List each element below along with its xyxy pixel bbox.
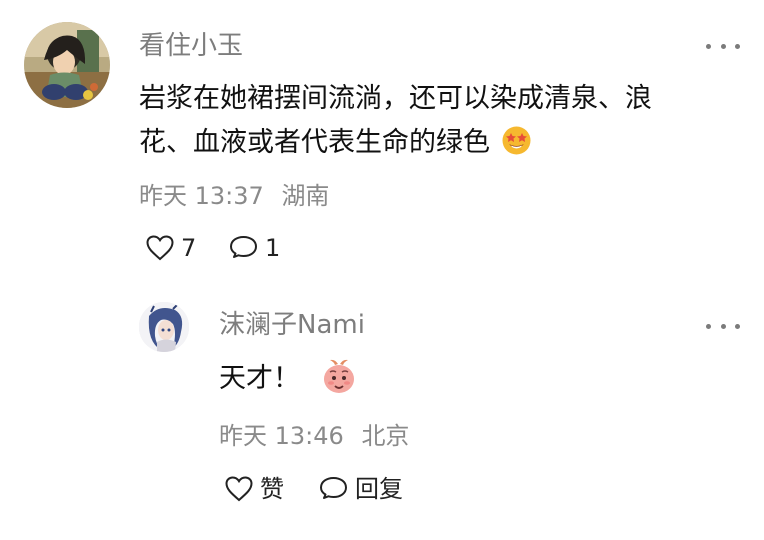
reply-avatar[interactable] — [139, 302, 189, 352]
comment-text-content-line-1: 岩浆在她裙摆间流淌，还可以染成清泉、浪 — [139, 83, 652, 114]
more-dot — [706, 43, 711, 49]
comment-reply-button[interactable]: 1 — [228, 234, 280, 262]
reply-meta: 昨天 13:46 北京 — [219, 424, 409, 448]
reply-like-label: 赞 — [260, 474, 284, 503]
speech-bubble-icon — [318, 475, 349, 503]
more-horizontal-icon[interactable] — [706, 316, 740, 336]
reply-username[interactable]: 沫澜子Nami — [219, 312, 365, 338]
comment-text-line-2: 花、血液或者代表生命的绿色 — [139, 120, 532, 170]
reply-count: 1 — [265, 234, 281, 262]
reply-reply-label: 回复 — [355, 475, 403, 503]
anime-avatar-green-hair-image — [24, 22, 110, 108]
comment-username[interactable]: 看住小玉 — [139, 33, 243, 59]
speech-bubble-icon — [228, 234, 259, 262]
reply-text-content: 天才！ — [219, 363, 300, 394]
heart-outline-icon — [145, 234, 175, 261]
anime-avatar-blue-hair-image — [139, 302, 189, 352]
more-dot — [735, 323, 740, 329]
more-horizontal-icon[interactable] — [706, 36, 740, 56]
more-dot — [735, 43, 740, 49]
reply-like-button[interactable]: 赞 — [224, 475, 284, 502]
reply-text: 天才！ — [219, 356, 357, 409]
comment-text-line-1: 岩浆在她裙摆间流淌，还可以染成清泉、浪 — [139, 76, 652, 121]
comment-avatar[interactable] — [24, 22, 110, 108]
comment-time: 昨天 13:37 — [139, 182, 264, 210]
like-count: 7 — [181, 233, 197, 262]
comment-location: 湖南 — [281, 182, 330, 210]
reply-time: 昨天 13:46 — [219, 422, 344, 450]
more-dot — [706, 323, 711, 329]
more-dot — [720, 43, 726, 49]
heart-outline-icon — [224, 475, 254, 502]
comment-meta: 昨天 13:37 湖南 — [139, 184, 329, 208]
like-button[interactable]: 7 — [145, 234, 196, 261]
star-struck-emoji-icon — [501, 125, 532, 170]
reply-reply-button[interactable]: 回复 — [318, 475, 403, 503]
peach-sticker-icon — [321, 357, 357, 409]
reply-location: 北京 — [361, 422, 410, 450]
comment-text-content-line-2: 花、血液或者代表生命的绿色 — [139, 127, 490, 158]
more-dot — [720, 323, 726, 329]
